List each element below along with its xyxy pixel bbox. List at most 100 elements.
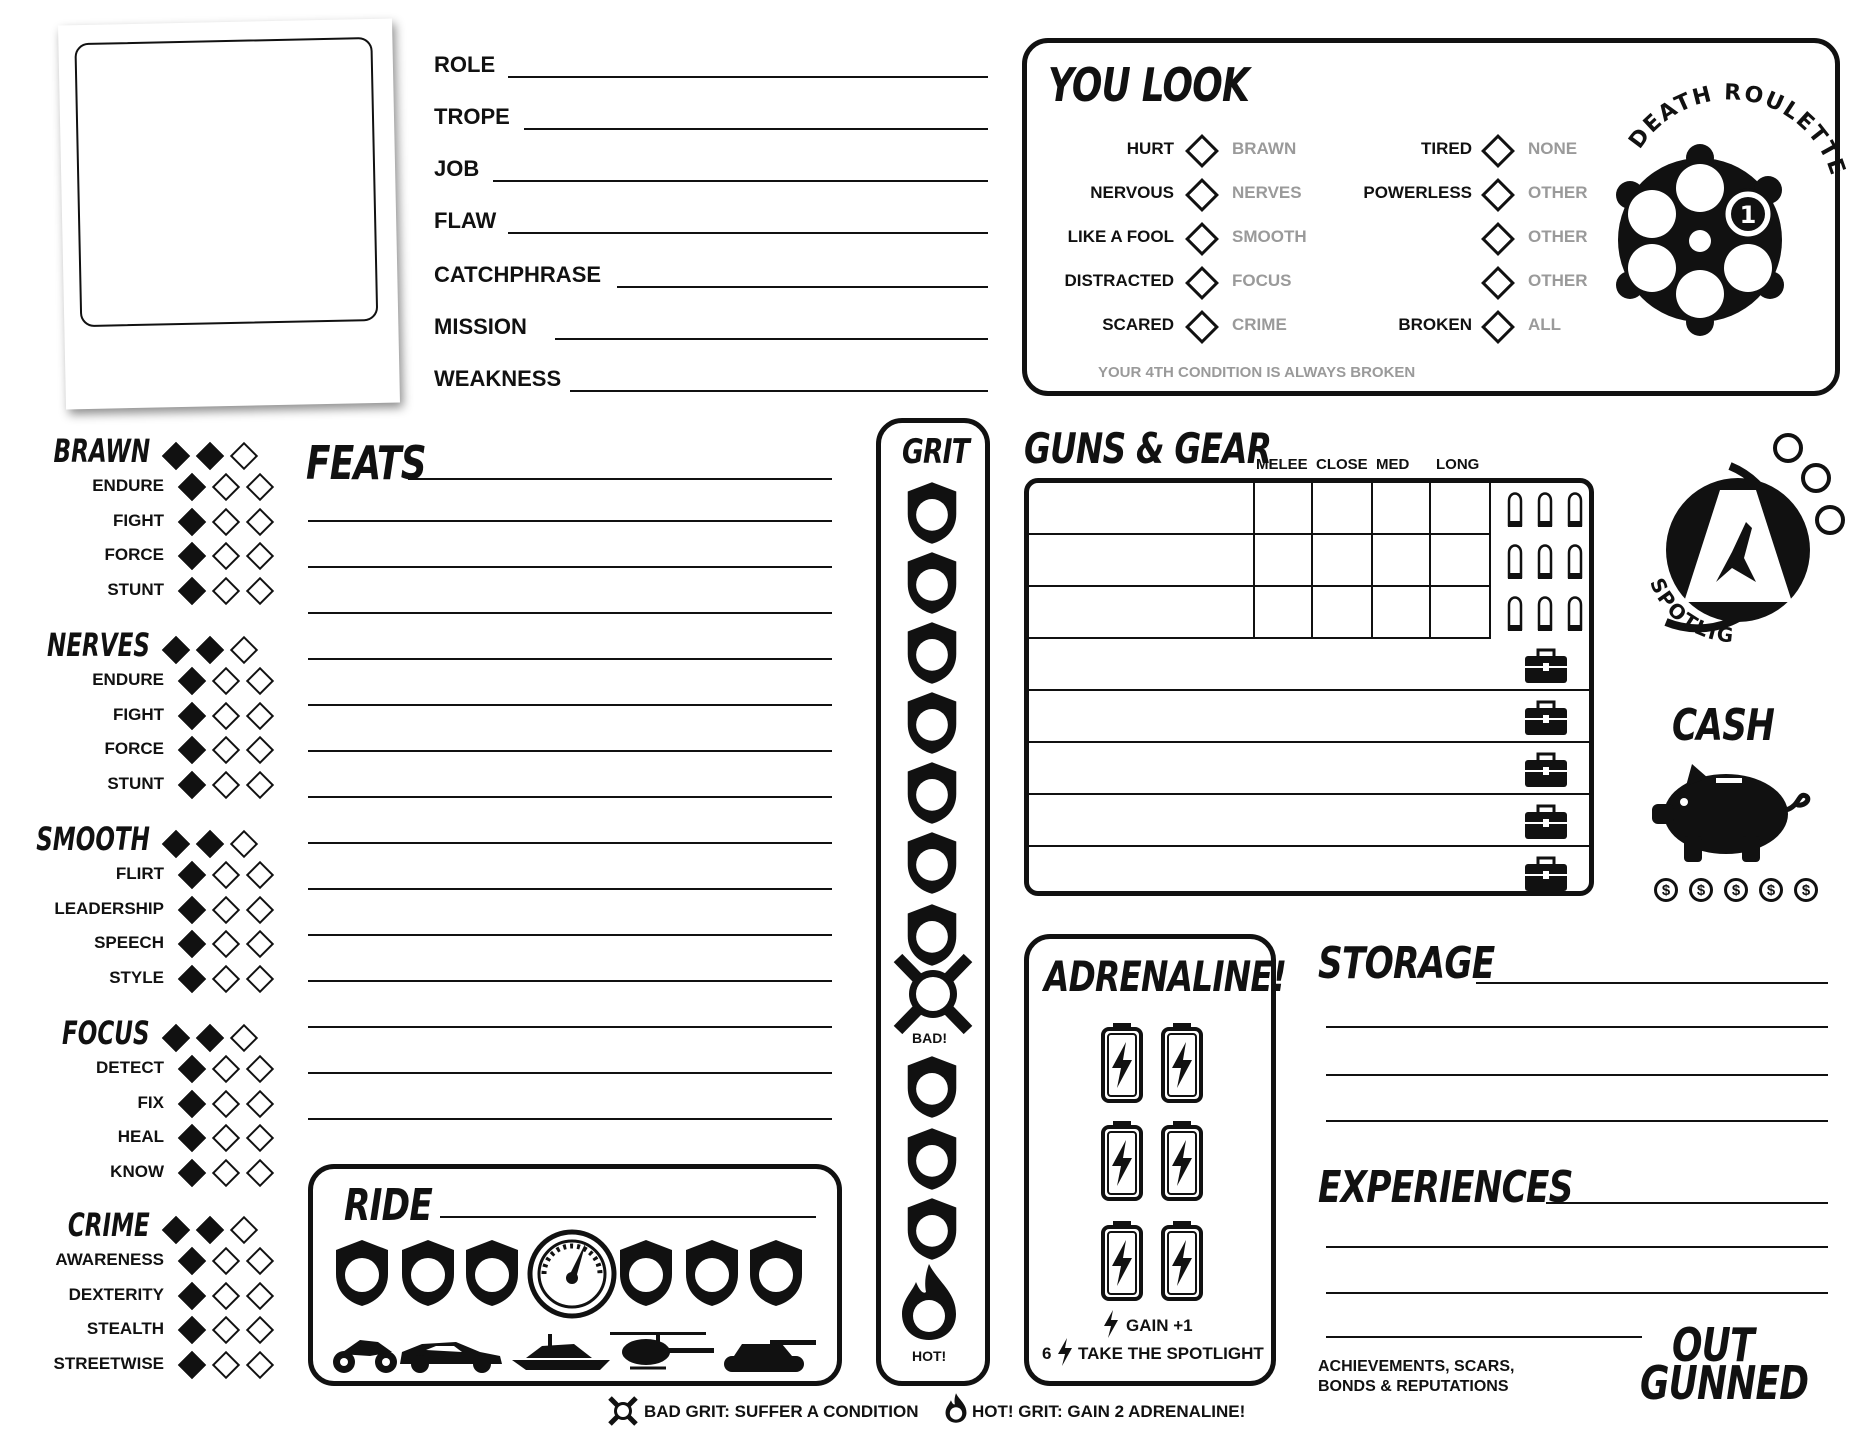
weapon-range-cell[interactable]: [1431, 587, 1491, 639]
ammo-icon[interactable]: [1499, 539, 1594, 583]
weapon-name-cell[interactable]: [1029, 535, 1255, 587]
skill-pip[interactable]: [245, 770, 275, 799]
skill-pip[interactable]: [245, 929, 275, 959]
grit-shield-icon[interactable]: [904, 830, 960, 896]
weapon-range-cell[interactable]: [1373, 483, 1431, 535]
ride-armor-shield-icon[interactable]: [616, 1238, 676, 1308]
storage-line[interactable]: [1326, 1074, 1828, 1076]
storage-line[interactable]: [1476, 982, 1828, 984]
skill-pip[interactable]: [211, 1350, 241, 1379]
photo-area[interactable]: [74, 36, 379, 328]
weapon-range-cell[interactable]: [1255, 483, 1313, 535]
skill-pip[interactable]: [245, 895, 275, 924]
skill-pip[interactable]: [211, 472, 241, 502]
field-line-job[interactable]: [493, 180, 988, 182]
storage-line[interactable]: [1326, 1120, 1828, 1122]
weapon-range-cell[interactable]: [1431, 535, 1491, 587]
feats-line[interactable]: [408, 478, 832, 480]
grit-shield-icon[interactable]: [904, 1054, 960, 1120]
skill-pip[interactable]: [177, 1315, 207, 1345]
cash-coin[interactable]: $: [1724, 878, 1748, 902]
skill-pip[interactable]: [211, 860, 241, 890]
cash-coin[interactable]: $: [1794, 878, 1818, 902]
skill-pip[interactable]: [177, 1123, 207, 1153]
grit-shield-icon[interactable]: [904, 480, 960, 546]
grit-shield-icon[interactable]: [904, 1196, 960, 1262]
attribute-pip[interactable]: [195, 635, 225, 665]
grit-shield-icon[interactable]: [904, 550, 960, 616]
skill-pip[interactable]: [177, 735, 207, 765]
skill-pip[interactable]: [211, 770, 241, 799]
gear-row[interactable]: [1029, 795, 1589, 847]
weapon-range-cell[interactable]: [1373, 587, 1431, 639]
skill-pip[interactable]: [211, 735, 241, 765]
weapon-name-cell[interactable]: [1029, 483, 1255, 535]
gear-row[interactable]: [1029, 691, 1589, 743]
skill-pip[interactable]: [177, 701, 207, 730]
attribute-pip[interactable]: [229, 829, 259, 859]
adrenaline-battery-icon[interactable]: [1100, 1120, 1144, 1202]
skill-pip[interactable]: [211, 1123, 241, 1153]
feats-line[interactable]: [308, 796, 832, 798]
skill-pip[interactable]: [211, 1315, 241, 1345]
ride-armor-shield-icon[interactable]: [332, 1238, 392, 1308]
ride-name-line[interactable]: [440, 1216, 816, 1218]
feats-line[interactable]: [308, 520, 832, 522]
hot-grit-icon[interactable]: [898, 1262, 960, 1342]
adrenaline-battery-icon[interactable]: [1160, 1220, 1204, 1302]
attribute-pip[interactable]: [229, 635, 259, 665]
skill-pip[interactable]: [245, 1281, 275, 1310]
attribute-pip[interactable]: [161, 441, 191, 471]
cash-coin[interactable]: $: [1654, 878, 1678, 902]
skill-pip[interactable]: [245, 1246, 275, 1276]
skill-pip[interactable]: [211, 1281, 241, 1310]
feats-line[interactable]: [308, 980, 832, 982]
skill-pip[interactable]: [177, 1158, 207, 1187]
feats-line[interactable]: [308, 842, 832, 844]
skill-pip[interactable]: [245, 1158, 275, 1187]
storage-line[interactable]: [1326, 1026, 1828, 1028]
skill-pip[interactable]: [245, 1350, 275, 1379]
adrenaline-battery-icon[interactable]: [1160, 1120, 1204, 1202]
skill-pip[interactable]: [211, 666, 241, 696]
skill-pip[interactable]: [245, 507, 275, 536]
attribute-pip[interactable]: [161, 1023, 191, 1053]
attribute-pip[interactable]: [195, 1215, 225, 1245]
grit-shield-icon[interactable]: [904, 760, 960, 826]
weapon-name-cell[interactable]: [1029, 587, 1255, 639]
skill-pip[interactable]: [245, 1054, 275, 1084]
grit-shield-icon[interactable]: [904, 690, 960, 756]
skill-pip[interactable]: [211, 964, 241, 993]
feats-line[interactable]: [308, 934, 832, 936]
skill-pip[interactable]: [177, 1246, 207, 1276]
skill-pip[interactable]: [177, 472, 207, 502]
skill-pip[interactable]: [177, 860, 207, 890]
feats-line[interactable]: [308, 1072, 832, 1074]
ride-armor-shield-icon[interactable]: [746, 1238, 806, 1308]
attribute-pip[interactable]: [195, 1023, 225, 1053]
attribute-pip[interactable]: [195, 441, 225, 471]
skill-pip[interactable]: [177, 895, 207, 924]
weapon-range-cell[interactable]: [1313, 483, 1373, 535]
skill-pip[interactable]: [177, 964, 207, 993]
experience-line[interactable]: [1326, 1246, 1828, 1248]
skill-pip[interactable]: [211, 1158, 241, 1187]
skill-pip[interactable]: [177, 1054, 207, 1084]
skill-pip[interactable]: [211, 541, 241, 571]
attribute-pip[interactable]: [229, 1215, 259, 1245]
gear-row[interactable]: [1029, 639, 1589, 691]
field-line-weakness[interactable]: [570, 390, 988, 392]
experience-line[interactable]: [1546, 1202, 1828, 1204]
spotlight-icon[interactable]: SPOTLIGHT: [1611, 413, 1860, 652]
ammo-icon[interactable]: [1499, 591, 1594, 635]
ride-armor-shield-icon[interactable]: [682, 1238, 742, 1308]
feats-line[interactable]: [308, 1118, 832, 1120]
adrenaline-battery-icon[interactable]: [1100, 1220, 1144, 1302]
skill-pip[interactable]: [177, 576, 207, 605]
gear-row[interactable]: [1029, 847, 1589, 891]
grit-shield-icon[interactable]: [904, 1126, 960, 1192]
skill-pip[interactable]: [177, 666, 207, 696]
feats-line[interactable]: [308, 750, 832, 752]
skill-pip[interactable]: [245, 1089, 275, 1118]
experience-line[interactable]: [1326, 1292, 1828, 1294]
